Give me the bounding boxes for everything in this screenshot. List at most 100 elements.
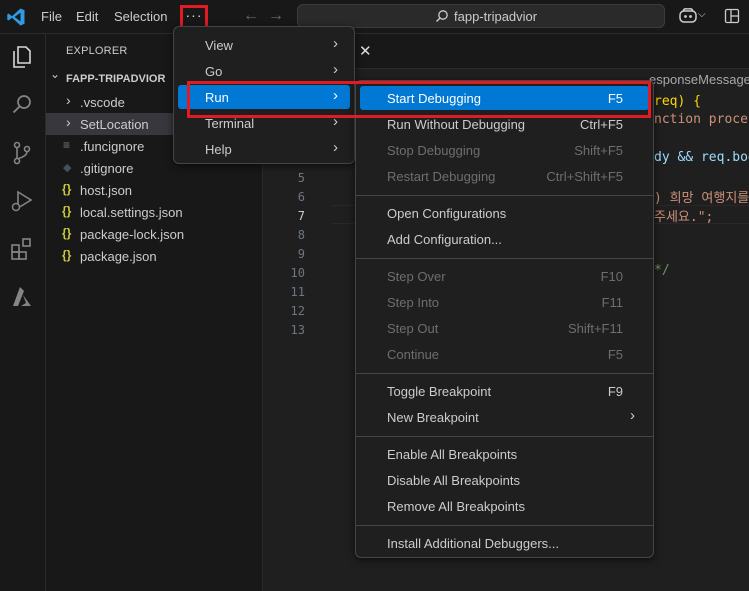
json-file-icon: {} [62,226,72,240]
menu-item-shortcut: F5 [607,347,623,362]
search-text: fapp-tripadvior [454,9,538,24]
menu-item-shortcut: F5 [607,91,623,106]
back-arrow-icon[interactable]: ← [243,7,259,25]
menu-separator [356,195,653,196]
menu-item-label: Terminal [205,116,255,131]
menu-item-label: New Breakpoint [387,410,479,425]
menu-item-label: Step Over [387,269,446,284]
layout-icon[interactable] [724,8,740,24]
menu-item-step-into: Step Into F11 [360,290,649,314]
menu-separator [356,436,653,437]
menu-item-label: Add Configuration... [387,232,502,247]
menu-file[interactable]: File [41,9,62,24]
menu-item-label: Run [205,90,229,105]
code-text: */ [654,263,670,278]
chevron-right-icon: › [333,61,338,78]
menu-item-enable-all-breakpoints[interactable]: Enable All Breakpoints [360,442,649,466]
menu-item-view[interactable]: View › [178,33,350,57]
menu-item-remove-all-breakpoints[interactable]: Remove All Breakpoints [360,494,649,518]
menu-item-label: Remove All Breakpoints [387,499,526,514]
search-icon [436,10,448,22]
line-number: 6 [297,190,305,204]
breadcrumb[interactable]: esponseMessage [649,72,749,87]
overflow-menu: View › Go › Run › Terminal › Help › [173,26,355,164]
code-text: req) { [654,94,701,109]
menu-item-shortcut: Shift+F5 [574,143,623,158]
menu-item-new-breakpoint[interactable]: New Breakpoint › [360,405,649,429]
tree-item-host-json[interactable]: {} host.json [46,179,262,201]
tree-item-label: .funcignore [80,139,145,154]
chevron-right-icon: › [66,92,71,108]
menu-item-install-debuggers[interactable]: Install Additional Debuggers... [360,531,649,555]
line-number: 10 [290,266,305,280]
vscode-logo-icon [7,8,25,26]
line-number: 8 [297,228,305,242]
explorer-title: EXPLORER [66,45,128,57]
menu-item-go[interactable]: Go › [178,59,350,83]
chevron-right-icon: › [333,139,338,156]
line-number: 11 [290,285,305,299]
menu-item-add-configuration[interactable]: Add Configuration... [360,227,649,251]
line-number: 12 [290,304,305,318]
source-control-icon[interactable] [9,140,35,166]
menu-item-stop-debugging: Stop Debugging Shift+F5 [360,138,649,162]
menu-item-label: View [205,38,233,53]
menu-item-help[interactable]: Help › [178,137,350,161]
menu-item-restart-debugging: Restart Debugging Ctrl+Shift+F5 [360,164,649,188]
menu-item-disable-all-breakpoints[interactable]: Disable All Breakpoints [360,468,649,492]
json-file-icon: {} [62,182,72,196]
menu-item-terminal[interactable]: Terminal › [178,111,350,135]
menu-edit[interactable]: Edit [76,9,98,24]
menu-item-label: Step Into [387,295,440,310]
code-text: ) 희망 여행지를 [654,191,749,206]
command-center-search[interactable]: fapp-tripadvior [297,4,665,28]
menu-item-shortcut: F9 [607,384,623,399]
menu-item-label: Stop Debugging [387,143,481,158]
tree-item-package-lock[interactable]: {} package-lock.json [46,223,262,245]
git-file-icon: ◆ [63,162,72,174]
chevron-down-icon[interactable]: ⌵ [698,9,706,20]
tree-item-label: host.json [80,183,133,198]
line-number: 9 [297,247,305,261]
code-text: dy && req.bod [654,150,749,165]
tree-item-label: .vscode [80,95,125,110]
menu-selection[interactable]: Selection [114,9,167,24]
files-icon[interactable] [9,44,35,70]
lines-file-icon: ≡ [63,138,71,152]
chevron-down-icon[interactable]: ⌄ [50,67,60,81]
menu-item-run-without-debugging[interactable]: Run Without Debugging Ctrl+F5 [360,112,649,136]
chevron-right-icon: › [333,87,338,104]
title-bar: File Edit Selection ··· ← → fapp-tripadv… [0,0,749,34]
menu-item-label: Disable All Breakpoints [387,473,520,488]
search-icon[interactable] [9,92,35,118]
menu-separator [356,525,653,526]
forward-arrow-icon[interactable]: → [268,7,284,25]
tree-item-label: .gitignore [80,161,134,176]
azure-icon[interactable] [9,284,35,310]
menu-item-shortcut: F11 [601,295,623,310]
menu-item-label: Step Out [387,321,439,336]
extensions-icon[interactable] [9,236,35,262]
menu-item-toggle-breakpoint[interactable]: Toggle Breakpoint F9 [360,379,649,403]
menu-item-run[interactable]: Run › [178,85,350,109]
tree-item-package-json[interactable]: {} package.json [46,245,262,267]
tree-item-label: SetLocation [80,117,149,132]
menu-item-label: Continue [387,347,440,362]
tree-item-local-settings[interactable]: {} local.settings.json [46,201,262,223]
menu-item-label: Open Configurations [387,206,507,221]
menu-item-open-configurations[interactable]: Open Configurations [360,201,649,225]
menu-item-step-out: Step Out Shift+F11 [360,316,649,340]
copilot-icon[interactable] [678,7,698,25]
menu-item-shortcut: Ctrl+F5 [580,117,623,132]
chevron-right-icon: › [333,35,338,52]
menu-item-start-debugging[interactable]: Start Debugging F5 [360,86,649,110]
run-debug-icon[interactable] [9,188,35,214]
menu-item-label: Go [205,64,223,79]
close-icon[interactable]: ✕ [359,42,372,60]
menu-item-label: Enable All Breakpoints [387,447,518,462]
tree-item-label: package.json [80,249,157,264]
menu-item-label: Install Additional Debuggers... [387,536,559,551]
folder-title[interactable]: FAPP-TRIPADVIOR [66,73,165,85]
run-submenu: Start Debugging F5 Run Without Debugging… [355,80,654,558]
menu-separator [356,258,653,259]
